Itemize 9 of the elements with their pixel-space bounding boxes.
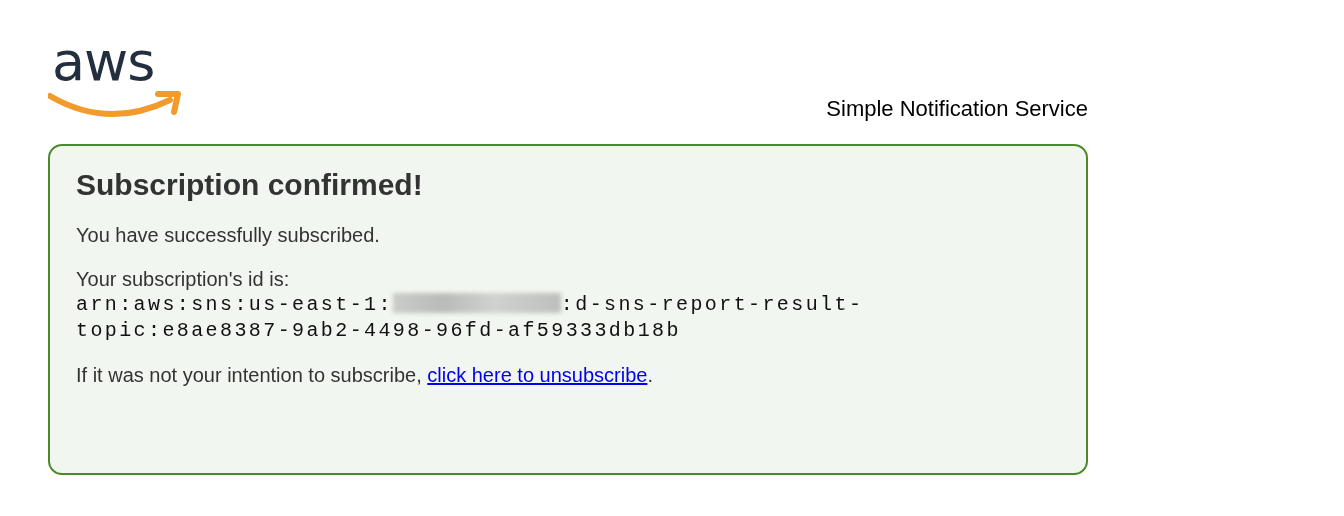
smile-arrow-icon xyxy=(48,90,184,120)
id-label: Your subscription's id is: xyxy=(76,267,291,292)
service-name: Simple Notification Service xyxy=(826,96,1088,122)
unsubscribe-link[interactable]: click here to unsubscribe xyxy=(427,364,648,386)
logo-text: aws xyxy=(52,36,155,88)
unsubscribe-sentence: If it was not your intention to subscribe, click here to unsubscribe. xyxy=(76,363,654,388)
success-message: You have successfully subscribed. xyxy=(76,223,381,248)
arn-text: arn:aws:sns:us-east-1: :d-sns-report-result-topic:e8ae8387-9ab2-4498-96fd-af59333db18b xyxy=(76,292,865,344)
card-title: Subscription confirmed! xyxy=(76,168,424,202)
